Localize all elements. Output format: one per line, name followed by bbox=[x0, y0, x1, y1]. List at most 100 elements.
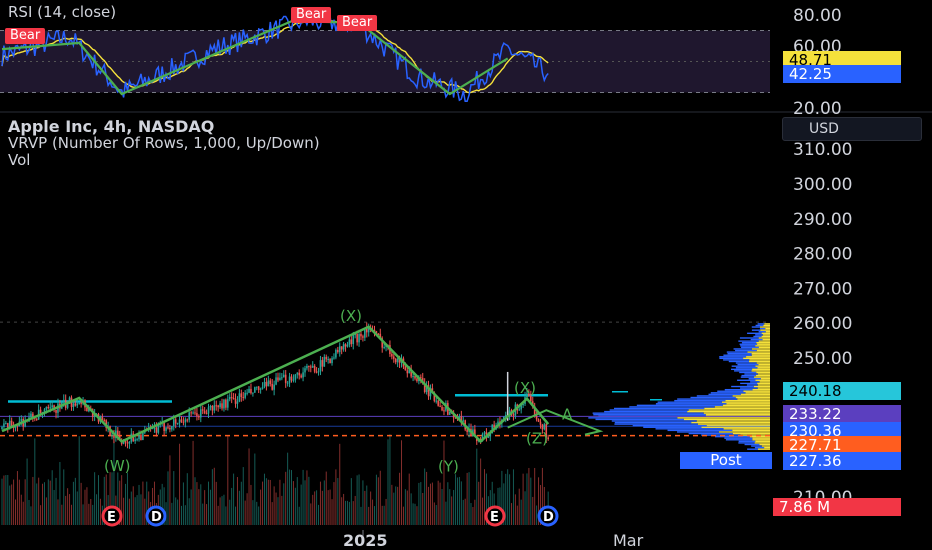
candle-body bbox=[172, 419, 175, 427]
volume-profile-row bbox=[611, 420, 697, 422]
candle-body bbox=[350, 339, 353, 344]
candle-body bbox=[331, 358, 333, 364]
volume-profile-row bbox=[746, 384, 758, 386]
volume-indicator-title[interactable]: Vol bbox=[8, 151, 30, 169]
volume-bar bbox=[43, 482, 45, 525]
volume-bar bbox=[516, 505, 518, 525]
volume-bar bbox=[476, 448, 478, 525]
wave-label-y: (Y) bbox=[438, 457, 459, 475]
volume-bar bbox=[123, 497, 125, 525]
candle-body bbox=[279, 377, 281, 381]
volume-bar bbox=[462, 499, 464, 525]
candle-body bbox=[462, 420, 465, 422]
volume-profile-row bbox=[762, 338, 770, 341]
volume-profile-row bbox=[755, 345, 770, 347]
volume-bar bbox=[424, 468, 426, 525]
volume-profile-row bbox=[763, 324, 770, 327]
volume-bar bbox=[526, 473, 528, 525]
volume-profile-row bbox=[748, 378, 761, 380]
candle-body bbox=[171, 426, 173, 430]
candle-body bbox=[255, 386, 258, 388]
candle-body bbox=[306, 366, 308, 369]
volume-bar bbox=[209, 489, 211, 525]
volume-profile-row bbox=[697, 423, 770, 425]
candle-body bbox=[223, 399, 225, 409]
volume-profile-row bbox=[588, 417, 678, 419]
volume-bar bbox=[524, 491, 526, 525]
rsi-tick-label: 20.00 bbox=[793, 99, 842, 119]
candle-body bbox=[49, 407, 52, 409]
volume-profile-row bbox=[732, 432, 770, 435]
volume-bar bbox=[385, 498, 387, 525]
volume-profile-row bbox=[722, 404, 770, 407]
volume-bar bbox=[38, 477, 40, 525]
volume-bar bbox=[528, 467, 530, 525]
candle-body bbox=[317, 371, 320, 373]
volume-bar bbox=[437, 480, 439, 525]
volume-profile-row bbox=[762, 334, 770, 336]
volume-bar bbox=[316, 490, 318, 525]
volume-bar bbox=[200, 484, 202, 525]
volume-bar bbox=[300, 484, 302, 525]
wave-label-w: (W) bbox=[104, 457, 131, 475]
volume-bar bbox=[453, 489, 455, 525]
candle-body bbox=[230, 397, 233, 399]
volume-profile-row bbox=[749, 360, 770, 363]
candle-body bbox=[437, 400, 439, 406]
volume-bar bbox=[372, 499, 374, 525]
volume-bar bbox=[292, 481, 294, 525]
volume-bar bbox=[254, 453, 256, 525]
volume-bar bbox=[80, 482, 82, 525]
volume-profile-row bbox=[757, 387, 770, 389]
volume-bar bbox=[412, 503, 414, 525]
volume-bar bbox=[16, 471, 18, 525]
currency-selector[interactable]: USD bbox=[782, 117, 922, 141]
volume-bar bbox=[252, 500, 254, 525]
volume-bar bbox=[275, 492, 277, 525]
volume-bar bbox=[470, 503, 472, 525]
candle-body bbox=[263, 381, 266, 387]
volume-profile-row bbox=[723, 359, 750, 361]
volume-bar bbox=[377, 477, 379, 525]
volume-profile-row bbox=[759, 327, 766, 330]
volume-bar bbox=[273, 486, 275, 525]
volume-bar bbox=[327, 490, 329, 525]
volume-profile-row bbox=[614, 423, 698, 425]
candle-body bbox=[325, 356, 328, 360]
volume-bar bbox=[464, 498, 466, 525]
volume-bar bbox=[94, 472, 96, 525]
volume-bar bbox=[47, 479, 49, 525]
candle-body bbox=[174, 419, 177, 424]
volume-bar bbox=[98, 475, 99, 525]
candle-body bbox=[20, 418, 23, 422]
volume-bar bbox=[49, 480, 51, 525]
volume-bar bbox=[196, 482, 198, 525]
volume-bar bbox=[287, 452, 289, 525]
candle-body bbox=[201, 409, 204, 411]
volume-bar bbox=[343, 493, 345, 525]
volume-bar bbox=[258, 506, 260, 525]
volume-profile-row bbox=[592, 412, 704, 414]
volume-bar bbox=[520, 499, 522, 525]
candle-body bbox=[286, 382, 289, 384]
vrvp-indicator-title[interactable]: VRVP (Number Of Rows, 1,000, Up/Down) bbox=[8, 134, 320, 152]
wave-label-z: (Z) bbox=[526, 430, 548, 448]
price-tick-label: 290.00 bbox=[793, 210, 852, 230]
volume-bar bbox=[422, 492, 424, 525]
candle-body bbox=[335, 349, 337, 358]
volume-profile-row bbox=[751, 445, 762, 447]
volume-bar bbox=[208, 481, 210, 525]
candle-body bbox=[138, 434, 140, 440]
volume-profile-row bbox=[724, 437, 753, 439]
volume-bar bbox=[192, 440, 194, 525]
candle-body bbox=[10, 420, 13, 427]
volume-bar bbox=[304, 480, 306, 525]
volume-bar bbox=[279, 479, 281, 525]
volume-bar bbox=[53, 490, 55, 525]
volume-bar bbox=[356, 475, 358, 525]
volume-profile-row bbox=[757, 343, 770, 345]
volume-profile-row bbox=[755, 379, 770, 381]
volume-profile-row bbox=[677, 417, 770, 419]
volume-bar bbox=[30, 506, 32, 525]
volume-profile-row bbox=[747, 332, 762, 334]
